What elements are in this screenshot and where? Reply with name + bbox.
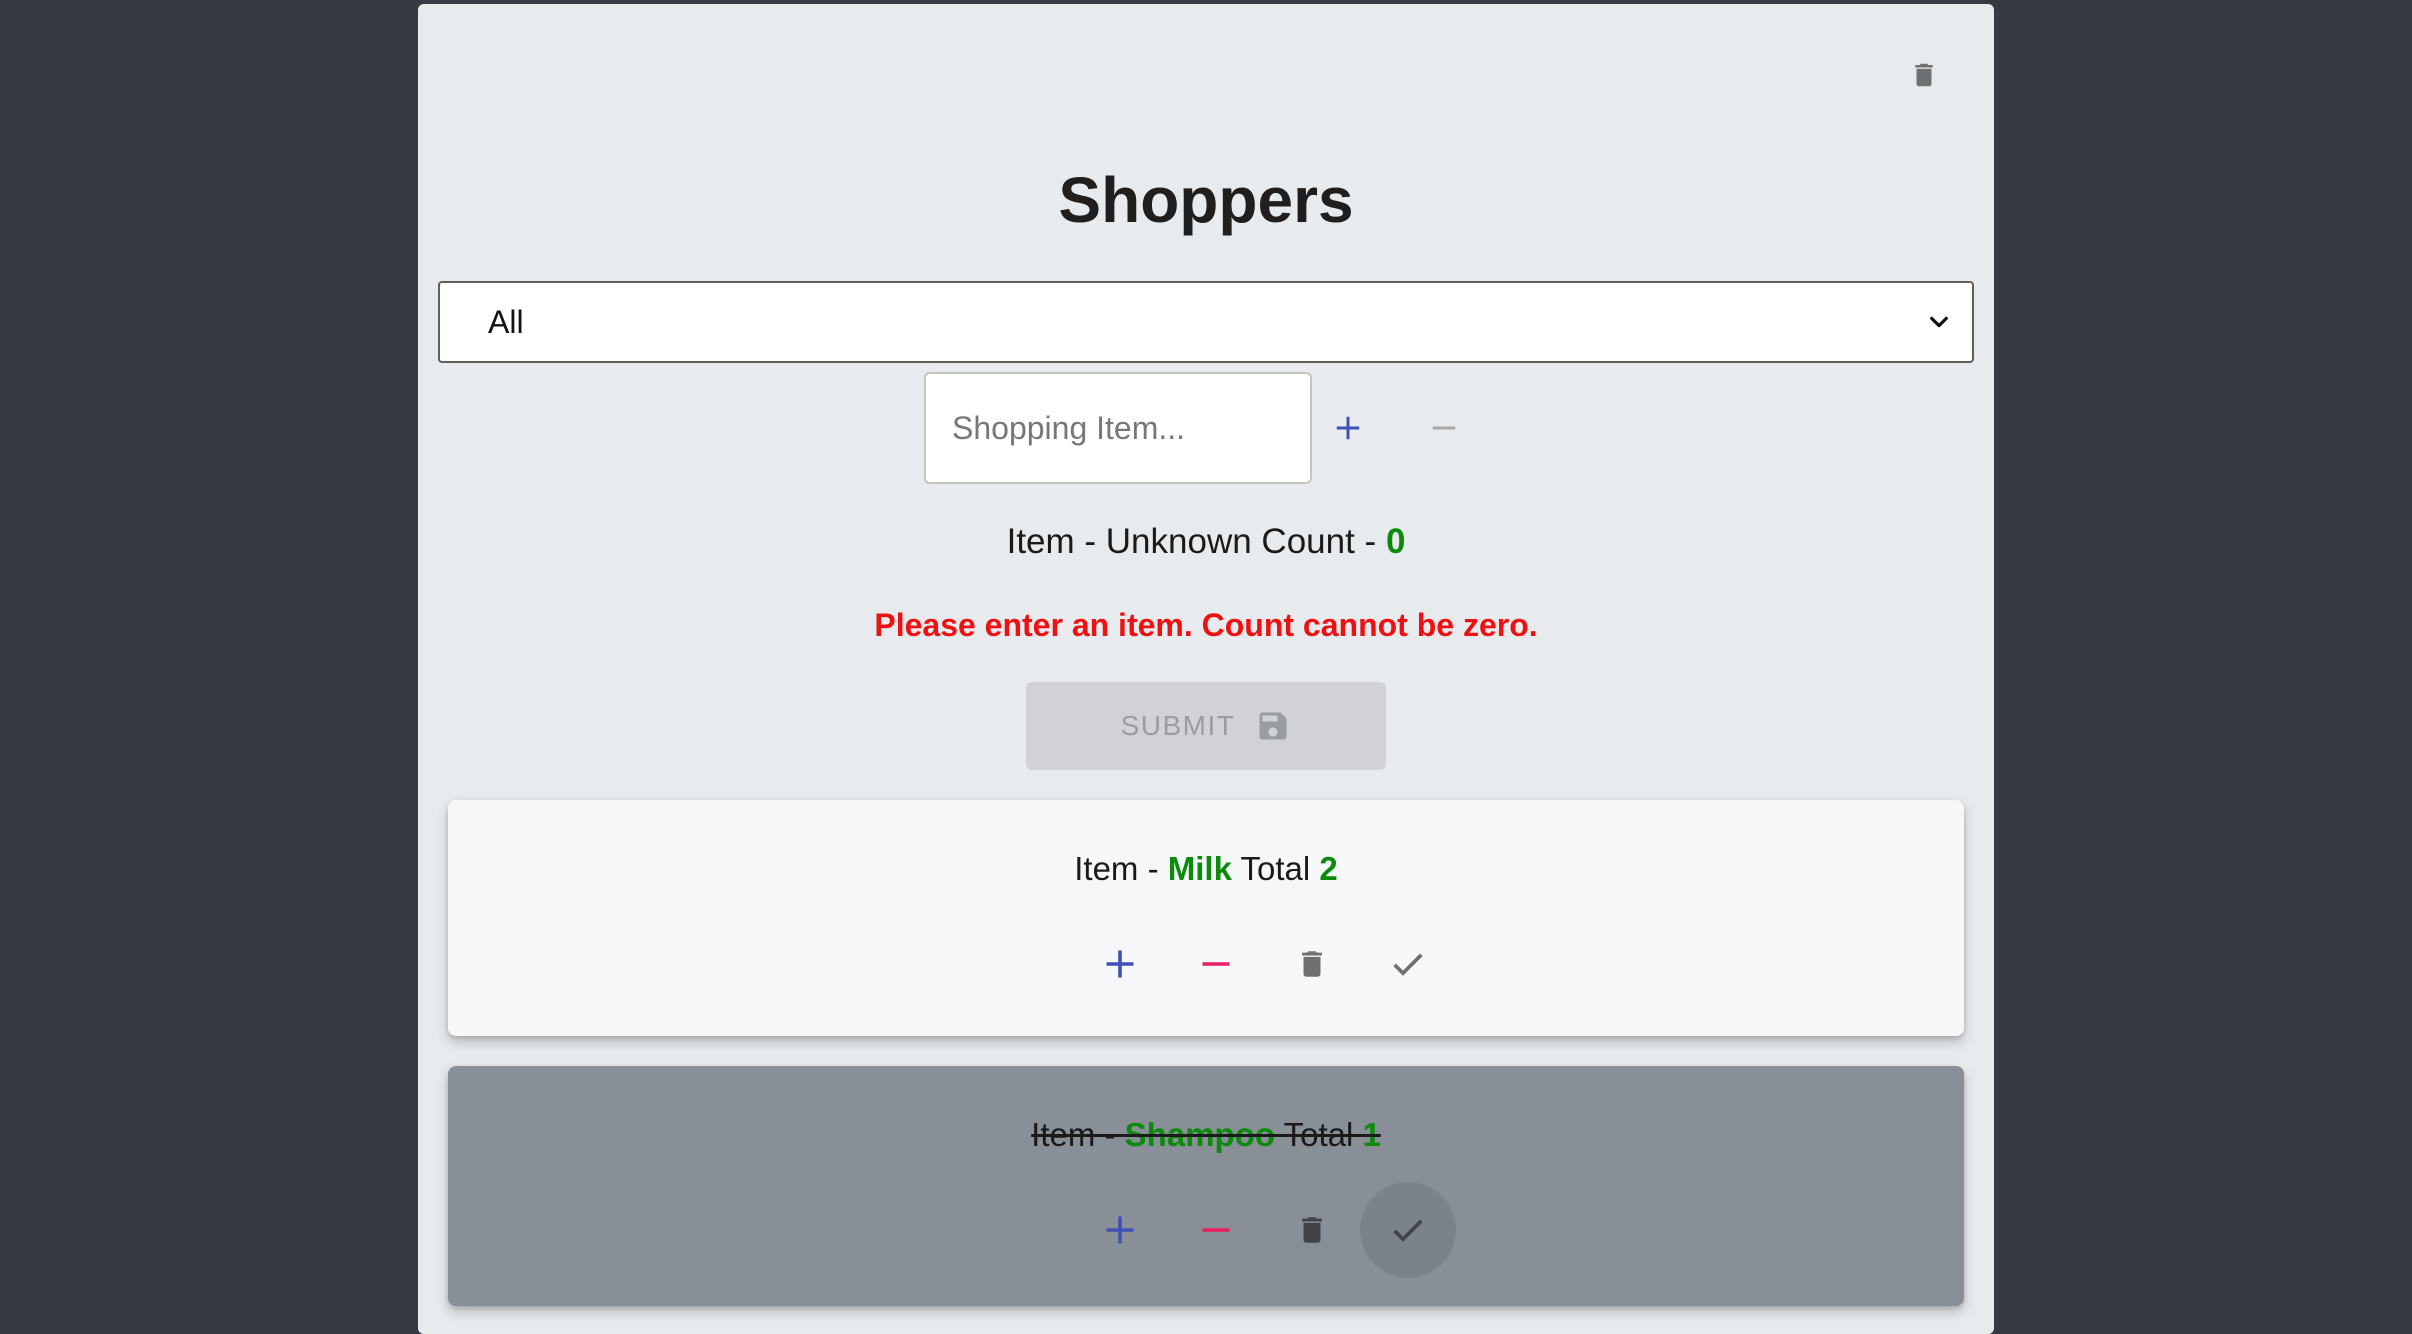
plus-icon — [1106, 1216, 1134, 1244]
plus-icon — [1106, 950, 1134, 978]
item-prefix: Item - — [1031, 1116, 1125, 1153]
shopper-filter-select[interactable]: All — [438, 281, 1974, 363]
item-card-text: Item - Shampoo Total 1 — [448, 1114, 1964, 1156]
current-item-summary: Item - Unknown Count - 0 — [418, 520, 1994, 564]
shoppers-panel: Shoppers All Item - Unknown Count - 0 Pl… — [418, 4, 1994, 1334]
item-delete-button[interactable] — [1264, 1182, 1360, 1278]
item-card-text: Item - Milk Total 2 — [448, 848, 1964, 890]
item-decrement-button[interactable] — [1168, 1182, 1264, 1278]
shopping-item-card-shampoo: Item - Shampoo Total 1 — [448, 1066, 1964, 1306]
filter-selected-value: All — [488, 303, 524, 340]
plus-icon — [1336, 416, 1360, 440]
check-icon — [1393, 1219, 1423, 1242]
item-increment-button[interactable] — [1072, 1182, 1168, 1278]
item-total-value: 1 — [1362, 1116, 1381, 1153]
item-card-actions — [448, 1182, 1964, 1278]
item-complete-button[interactable] — [1360, 1182, 1456, 1278]
item-delete-button[interactable] — [1264, 916, 1360, 1012]
summary-item-name: Unknown — [1105, 522, 1252, 561]
item-name: Milk — [1167, 850, 1232, 887]
summary-count-value: 0 — [1385, 522, 1406, 561]
decrement-count-button[interactable] — [1424, 408, 1464, 448]
shopping-item-card-milk: Item - Milk Total 2 — [448, 800, 1964, 1036]
page-title: Shoppers — [1058, 164, 1354, 236]
minus-icon — [1202, 1228, 1230, 1232]
trash-icon — [1915, 63, 1933, 87]
item-card-actions — [448, 916, 1964, 1012]
summary-count-label: Count - — [1251, 522, 1386, 561]
item-name: Shampoo — [1124, 1116, 1276, 1153]
item-increment-button[interactable] — [1072, 916, 1168, 1012]
shopping-item-input[interactable] — [924, 372, 1312, 484]
check-icon — [1393, 953, 1423, 976]
summary-prefix: Item - — [1006, 522, 1106, 561]
trash-icon — [1302, 1217, 1322, 1243]
item-total-value: 2 — [1319, 850, 1338, 887]
item-complete-button[interactable] — [1360, 916, 1456, 1012]
trash-icon — [1302, 951, 1322, 977]
submit-button[interactable]: SUBMIT — [1026, 682, 1386, 770]
floppy-disk-icon — [1259, 712, 1287, 740]
delete-all-button[interactable] — [1904, 52, 1944, 98]
submit-label: SUBMIT — [1120, 710, 1236, 741]
validation-error-message: Please enter an item. Count cannot be ze… — [874, 607, 1538, 643]
chevron-down-icon — [1930, 316, 1948, 328]
item-prefix: Item - — [1074, 850, 1168, 887]
item-decrement-button[interactable] — [1168, 916, 1264, 1012]
item-total-label: Total — [1275, 1116, 1363, 1153]
minus-icon — [1432, 426, 1456, 430]
minus-icon — [1202, 962, 1230, 966]
item-total-label: Total — [1231, 850, 1320, 887]
increment-count-button[interactable] — [1328, 408, 1368, 448]
